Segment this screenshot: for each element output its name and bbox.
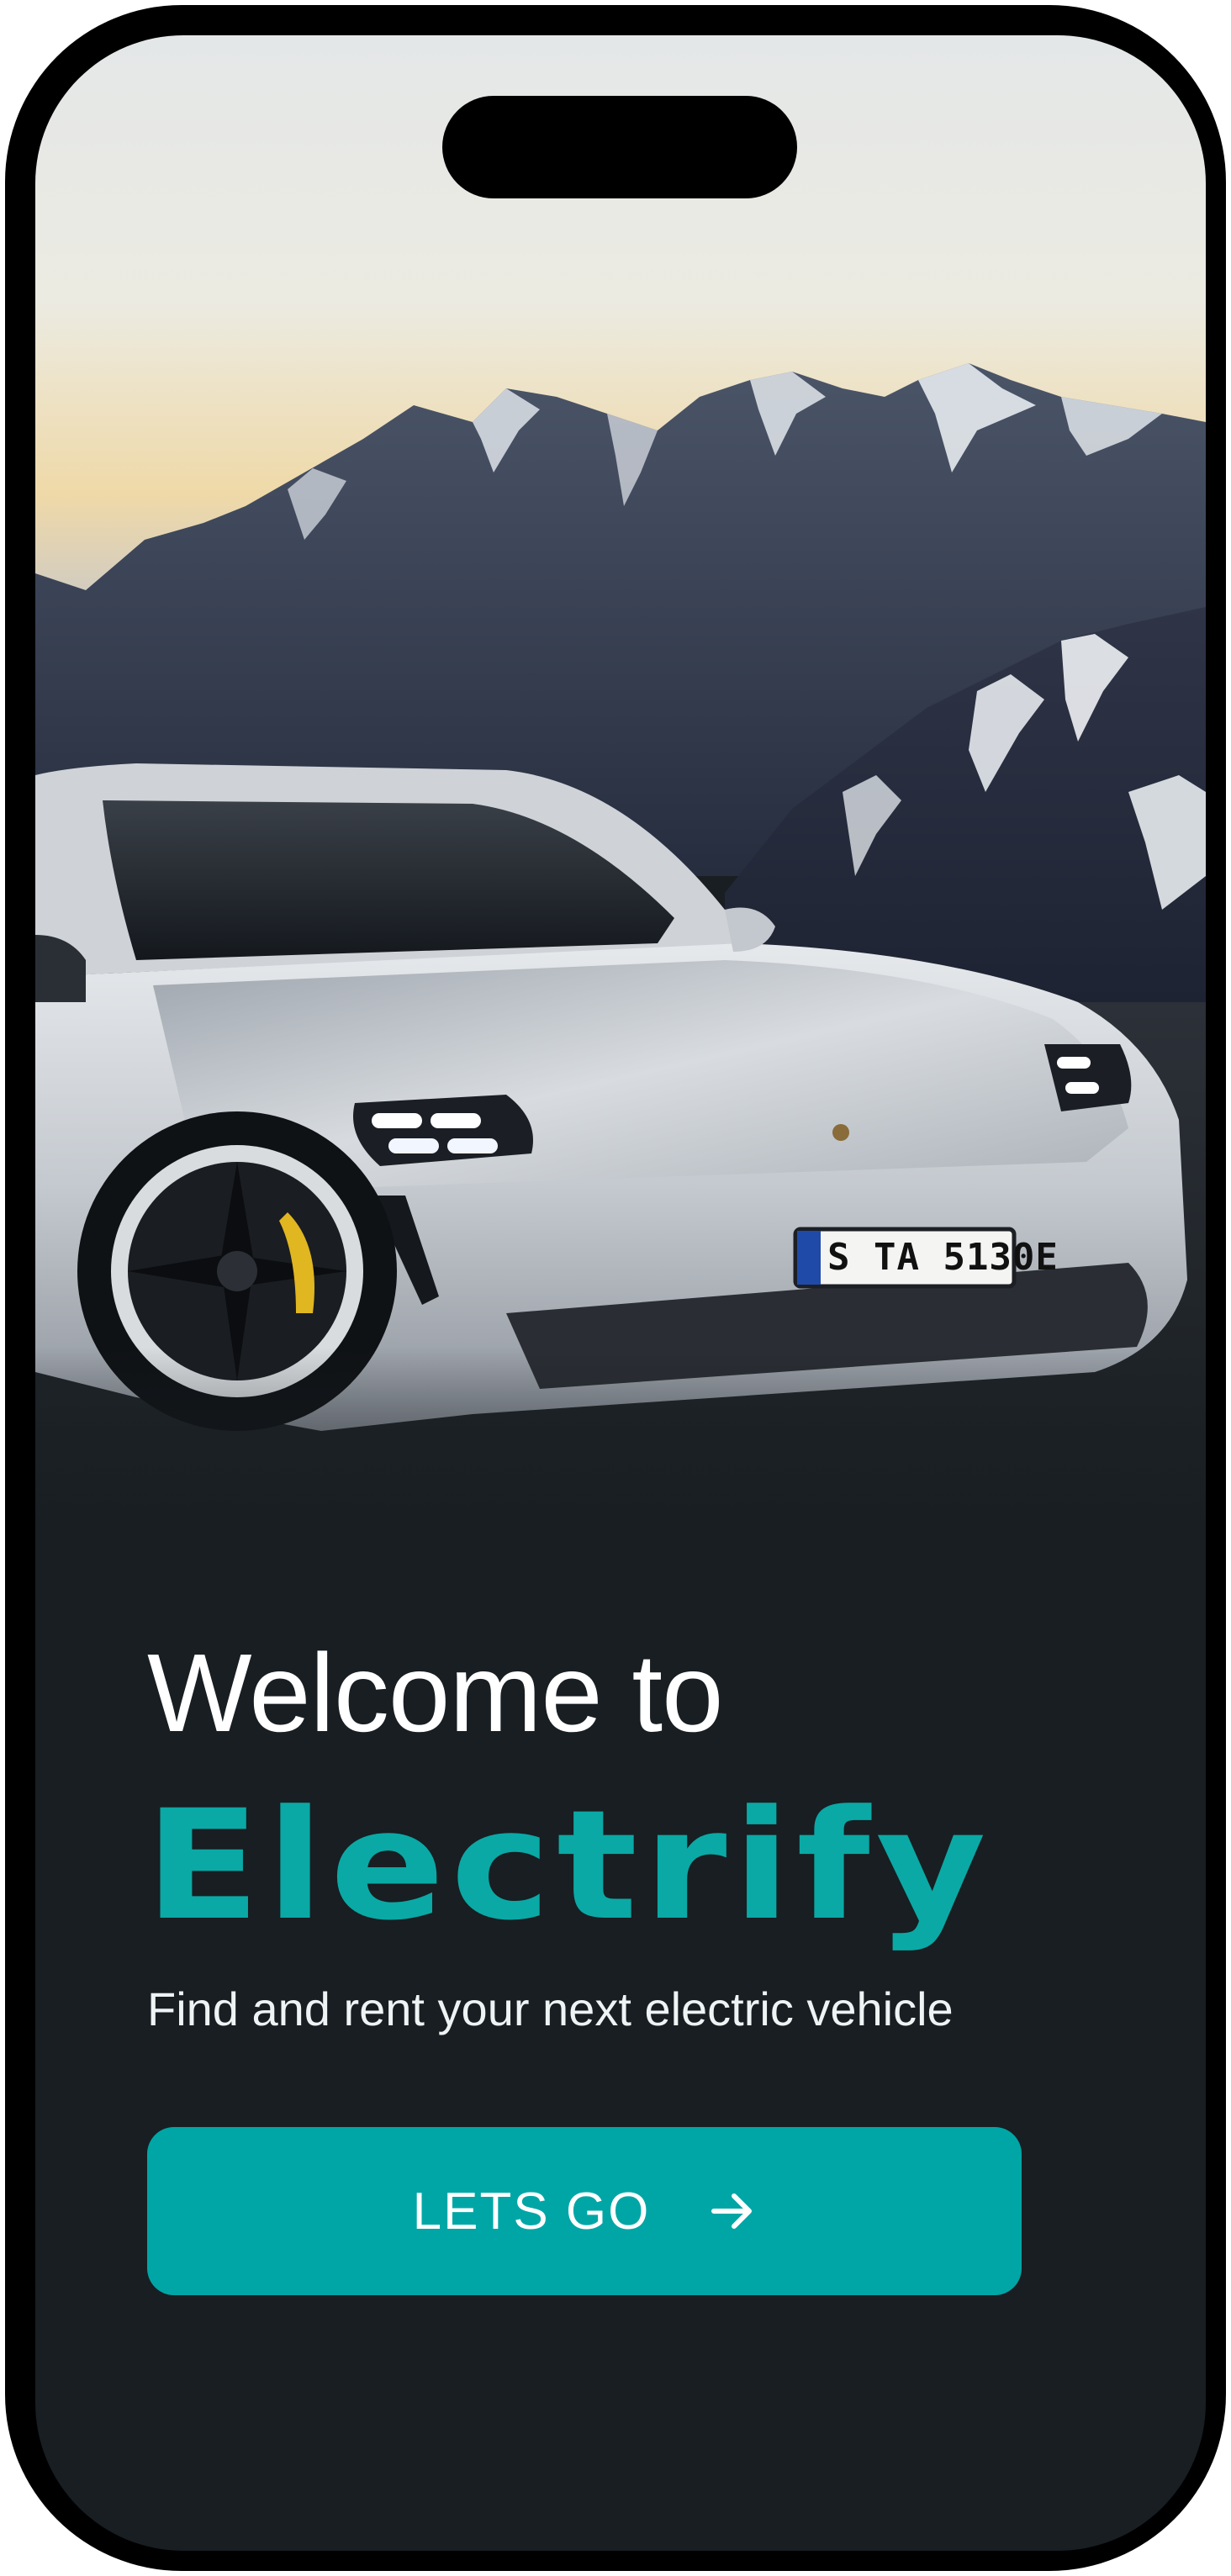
welcome-heading: Welcome to (147, 1631, 723, 1755)
hero-illustration (35, 35, 1206, 1574)
tagline: Find and rent your next electric vehicle (147, 1982, 954, 2035)
lets-go-button[interactable]: LETS GO (147, 2127, 1022, 2295)
lets-go-label: LETS GO (412, 2182, 651, 2241)
brand-name: Electrify (145, 1778, 992, 1954)
license-plate-text: S TA 5130E (827, 1236, 1059, 1279)
hero-image: S TA 5130E (35, 35, 1206, 1574)
dynamic-island (442, 96, 797, 198)
phone-device: S TA 5130E Welcome to Electrify Find and… (0, 0, 1231, 2576)
arrow-right-icon (709, 2188, 756, 2235)
